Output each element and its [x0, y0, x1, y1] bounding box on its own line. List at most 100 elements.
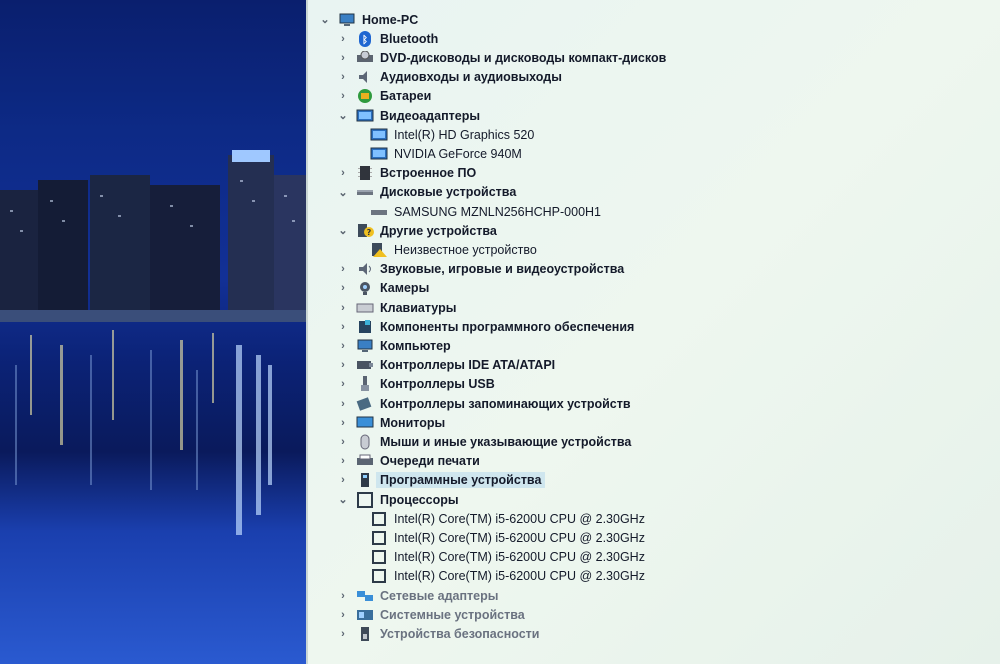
bluetooth-icon: ᛒ	[356, 30, 374, 47]
tree-category-camera[interactable]: › Камеры	[336, 279, 429, 298]
chevron-down-icon[interactable]: ⌄	[318, 13, 332, 27]
tree-item-label: Очереди печати	[380, 454, 480, 469]
chevron-right-icon[interactable]: ›	[336, 377, 350, 391]
tree-category-battery[interactable]: › Батареи	[336, 87, 431, 106]
chevron-right-icon[interactable]: ›	[336, 473, 350, 487]
mouse-icon	[356, 434, 374, 450]
network-adapter-icon	[356, 588, 374, 604]
tree-category-processor[interactable]: ⌄ Процессоры	[336, 490, 459, 509]
tree-item-label: Intel(R) Core(TM) i5-6200U CPU @ 2.30GHz	[394, 569, 645, 584]
tree-category-monitor[interactable]: › Мониторы	[336, 413, 445, 432]
chevron-down-icon[interactable]: ⌄	[336, 109, 350, 123]
processor-icon	[356, 491, 374, 508]
chevron-right-icon[interactable]: ›	[336, 166, 350, 180]
chevron-right-icon[interactable]: ›	[336, 339, 350, 353]
tree-category-firmware[interactable]: › Встроенное ПО	[336, 164, 476, 183]
tree-category-mouse[interactable]: › Мыши и иные указывающие устройства	[336, 432, 631, 451]
tree-category-display-adapter[interactable]: ⌄ Видеоадаптеры	[336, 106, 480, 125]
tree-item-label: Звуковые, игровые и видеоустройства	[380, 262, 625, 277]
chevron-right-icon[interactable]: ›	[336, 32, 350, 46]
chevron-right-icon[interactable]: ›	[336, 397, 350, 411]
tree-category-network-adapter[interactable]: › Сетевые адаптеры	[336, 586, 498, 605]
tree-item-label: Bluetooth	[380, 31, 439, 46]
tree-category-keyboard[interactable]: › Клавиатуры	[336, 298, 456, 317]
tree-category-audio[interactable]: › Аудиовходы и аудиовыходы	[336, 68, 562, 87]
tree-item-label: Дисковые устройства	[380, 185, 517, 200]
software-device-icon	[356, 472, 374, 488]
tree-category-sound[interactable]: › Звуковые, игровые и видеоустройства	[336, 260, 624, 279]
display-adapter-icon	[356, 108, 374, 124]
cpu-core-icon	[370, 511, 388, 527]
chevron-right-icon[interactable]: ›	[336, 589, 350, 603]
chevron-right-icon[interactable]: ›	[336, 454, 350, 468]
tree-device-item[interactable]: Intel(R) HD Graphics 520	[370, 125, 534, 144]
tree-category-security-device[interactable]: › Устройства безопасности	[336, 624, 539, 643]
tree-item-label: Intel(R) Core(TM) i5-6200U CPU @ 2.30GHz	[394, 550, 645, 565]
sound-icon	[356, 261, 374, 277]
computer-icon	[338, 12, 356, 28]
chevron-right-icon[interactable]: ›	[336, 262, 350, 276]
tree-item-label: Клавиатуры	[380, 300, 457, 315]
tree-item-label: Home-PC	[362, 12, 419, 27]
water-reflection-image	[15, 330, 272, 535]
chevron-down-icon[interactable]: ⌄	[336, 224, 350, 238]
gpu-device-icon	[370, 146, 388, 162]
tree-device-item[interactable]: Intel(R) Core(TM) i5-6200U CPU @ 2.30GHz	[370, 528, 645, 547]
chevron-right-icon[interactable]: ›	[336, 608, 350, 622]
tree-category-disk-drive[interactable]: ⌄ Дисковые устройства	[336, 183, 516, 202]
tree-item-label: Процессоры	[380, 492, 459, 507]
tree-item-label: Другие устройства	[380, 223, 497, 238]
keyboard-icon	[356, 300, 374, 316]
chevron-right-icon[interactable]: ›	[336, 51, 350, 65]
usb-icon	[356, 376, 374, 392]
chevron-right-icon[interactable]: ›	[336, 89, 350, 103]
tree-category-printer[interactable]: › Очереди печати	[336, 452, 480, 471]
chevron-right-icon[interactable]: ›	[336, 435, 350, 449]
software-component-icon	[356, 319, 374, 335]
tree-item-label: DVD-дисководы и дисководы компакт-дисков	[380, 50, 667, 65]
tree-item-label: Контроллеры запоминающих устройств	[380, 396, 631, 411]
tree-category-software-component[interactable]: › Компоненты программного обеспечения	[336, 317, 634, 336]
chevron-right-icon[interactable]: ›	[336, 301, 350, 315]
tree-device-item[interactable]: SAMSUNG MZNLN256HCHP-000H1	[370, 202, 601, 221]
tree-device-item[interactable]: Intel(R) Core(TM) i5-6200U CPU @ 2.30GHz	[370, 509, 645, 528]
unknown-device-icon	[370, 242, 388, 258]
tree-item-label: Неизвестное устройство	[394, 242, 537, 257]
cpu-core-icon	[370, 568, 388, 584]
tree-root-home-pc[interactable]: ⌄ Home-PC	[318, 10, 418, 29]
ssd-icon	[370, 204, 388, 220]
tree-device-item[interactable]: Intel(R) Core(TM) i5-6200U CPU @ 2.30GHz	[370, 548, 645, 567]
tree-category-ide-controller[interactable]: › Контроллеры IDE ATA/ATAPI	[336, 356, 555, 375]
tree-category-system-device[interactable]: › Системные устройства	[336, 605, 525, 624]
chevron-right-icon[interactable]: ›	[336, 70, 350, 84]
chevron-right-icon[interactable]: ›	[336, 281, 350, 295]
tree-category-storage-controller[interactable]: › Контроллеры запоминающих устройств	[336, 394, 631, 413]
chevron-right-icon[interactable]: ›	[336, 627, 350, 641]
tree-item-label: NVIDIA GeForce 940M	[394, 146, 522, 161]
tree-category-bluetooth[interactable]: › ᛒ Bluetooth	[336, 29, 438, 48]
tree-item-label: Контроллеры IDE ATA/ATAPI	[380, 358, 556, 373]
tree-item-label: Системные устройства	[380, 607, 525, 622]
tree-item-label: Устройства безопасности	[380, 626, 540, 641]
chevron-right-icon[interactable]: ›	[336, 416, 350, 430]
chevron-down-icon[interactable]: ⌄	[336, 185, 350, 199]
tree-category-computer[interactable]: › Компьютер	[336, 336, 451, 355]
chevron-right-icon[interactable]: ›	[336, 320, 350, 334]
tree-item-label: Встроенное ПО	[380, 166, 477, 181]
disk-drive-icon	[356, 184, 374, 200]
tree-category-other-devices[interactable]: ⌄? Другие устройства	[336, 221, 497, 240]
tree-category-usb[interactable]: › Контроллеры USB	[336, 375, 495, 394]
cpu-core-icon	[370, 549, 388, 565]
other-devices-icon: ?	[356, 223, 374, 239]
chevron-right-icon[interactable]: ›	[336, 358, 350, 372]
tree-device-item[interactable]: Неизвестное устройство	[370, 240, 537, 259]
tree-item-label: Программные устройства	[376, 472, 546, 489]
firmware-icon	[356, 165, 374, 181]
tree-device-item[interactable]: NVIDIA GeForce 940M	[370, 144, 522, 163]
tree-device-item[interactable]: Intel(R) Core(TM) i5-6200U CPU @ 2.30GHz	[370, 567, 645, 586]
tree-category-dvd-drive[interactable]: › DVD-дисководы и дисководы компакт-диско…	[336, 48, 666, 67]
security-device-icon	[356, 626, 374, 642]
tree-category-software-device[interactable]: › Программные устройства	[336, 471, 546, 490]
svg-text:ᛒ: ᛒ	[362, 34, 368, 46]
chevron-down-icon[interactable]: ⌄	[336, 493, 350, 507]
